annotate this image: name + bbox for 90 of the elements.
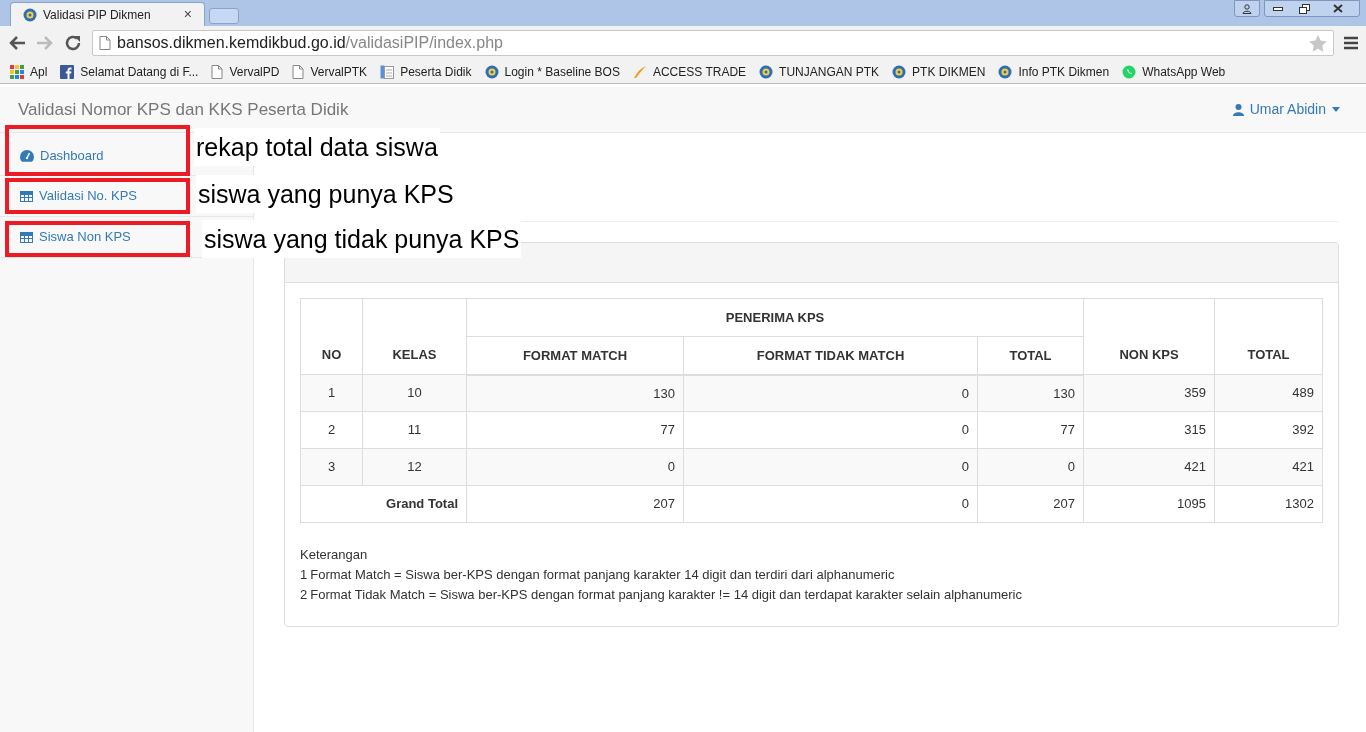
url-text: bansos.dikmen.kemdikbud.go.id/validasiPIP/index.php	[117, 33, 504, 53]
bookmark-link[interactable]: Peserta Didik	[380, 62, 472, 81]
sidebar-item[interactable]: Siswa Non KPS	[0, 224, 176, 250]
table-cell: 0	[683, 411, 978, 449]
notes-title: Keterangan	[300, 546, 369, 564]
bookmark-link[interactable]: Selamat Datang di F...	[60, 62, 199, 81]
facebook-icon	[60, 64, 75, 79]
table-cell: 1	[300, 374, 363, 412]
table-cell: 3	[300, 448, 363, 486]
table-cell: 207	[466, 485, 684, 523]
table-cell: 10	[362, 374, 467, 412]
restore-icon	[1298, 3, 1310, 14]
emblem-icon	[23, 7, 37, 22]
minimize-icon	[1273, 6, 1283, 11]
table-cell: 12	[362, 448, 467, 486]
table-cell: 77	[977, 411, 1084, 449]
reload-icon[interactable]	[64, 34, 82, 52]
emblem-icon	[759, 64, 774, 79]
tab-close-button[interactable]: ×	[183, 4, 192, 25]
column-header: FORMAT MATCH	[466, 336, 684, 375]
apps-grid-icon	[10, 64, 24, 79]
swoosh-icon	[632, 64, 647, 79]
browser-tab[interactable]: Validasi PIP Dikmen ×	[10, 2, 205, 26]
page-icon	[211, 64, 224, 79]
table-cell: 130	[977, 374, 1084, 412]
dashboard-gauge-icon	[20, 150, 34, 162]
table-cell: 0	[466, 448, 684, 486]
bookmark-link[interactable]: TUNJANGAN PTK	[759, 62, 880, 81]
bookmark-link[interactable]: VervalPTK	[292, 62, 368, 81]
table-cell: 359	[1083, 374, 1215, 412]
document-icon	[380, 64, 395, 79]
bookmark-link[interactable]: WhatsApp Web	[1122, 62, 1226, 81]
annotation-label: rekap total data siswa	[194, 128, 440, 166]
bookmark-link[interactable]: Info PTK Dikmen	[998, 62, 1110, 81]
table-cell: 0	[683, 448, 978, 486]
note-number: 1	[300, 566, 308, 584]
back-icon[interactable]	[8, 35, 26, 51]
user-icon	[1232, 103, 1244, 116]
note-number: 2	[300, 586, 308, 604]
column-header: KELAS	[362, 298, 467, 375]
app-brand[interactable]: Validasi Nomor KPS dan KKS Peserta Didik	[18, 96, 1233, 123]
emblem-icon	[484, 64, 499, 79]
bookmark-link[interactable]: VervalPD	[211, 62, 280, 81]
grand-total-label: Grand Total	[300, 485, 467, 523]
bookmark-link[interactable]: PTK DIKMEN	[892, 62, 986, 81]
note-text: Format Tidak Match = Siswa ber-KPS dengan format panjang karakter != 14 digit dan terdapat karakter selain alphanumeric	[310, 586, 1022, 604]
emblem-icon	[998, 64, 1013, 79]
address-bar[interactable]: bansos.dikmen.kemdikbud.go.id/validasiPIP/index.php	[92, 30, 1334, 56]
whatsapp-icon	[1122, 64, 1137, 79]
note-text: Format Match = Siswa ber-KPS dengan format panjang karakter 14 digit dan terdiri dari alphanumeric	[310, 566, 895, 584]
table-cell: 421	[1214, 448, 1323, 486]
tab-title: Validasi PIP Dikmen	[43, 6, 152, 24]
column-header: TOTAL	[1214, 298, 1323, 375]
sidebar-item[interactable]: Validasi No. KPS	[0, 183, 176, 209]
annotation-label: siswa yang punya KPS	[196, 175, 456, 213]
sidebar-item[interactable]: Dashboard	[0, 143, 176, 169]
column-header: NON KPS	[1083, 298, 1215, 375]
page-icon	[99, 36, 111, 50]
table-cell: 421	[1083, 448, 1215, 486]
annotation-label: siswa yang tidak punya KPS	[202, 220, 522, 258]
profile-button[interactable]	[1234, 0, 1260, 17]
table-cell: 315	[1083, 411, 1215, 449]
bookmark-link[interactable]: ACCESS TRADE	[632, 62, 747, 81]
table-cell: 207	[977, 485, 1084, 523]
column-header: NO	[300, 298, 363, 375]
table-cell: 392	[1214, 411, 1323, 449]
menu-icon[interactable]	[1344, 36, 1358, 50]
person-icon	[1242, 3, 1252, 14]
table-cell: 130	[466, 374, 684, 412]
bookmark-link[interactable]: Apl	[10, 62, 48, 81]
table-cell: 489	[1214, 374, 1323, 412]
table-cell: 0	[977, 448, 1084, 486]
table-cell: 0	[683, 485, 978, 523]
table-cell: 1302	[1214, 485, 1323, 523]
table-icon	[20, 190, 33, 202]
table-cell: 2	[300, 411, 363, 449]
table-cell: 11	[362, 411, 467, 449]
bookmark-link[interactable]: Login * Baseline BOS	[484, 62, 620, 81]
column-group-header: PENERIMA KPS	[466, 298, 1084, 337]
emblem-icon	[892, 64, 907, 79]
table-icon	[20, 231, 33, 243]
page-icon	[292, 64, 305, 79]
star-icon[interactable]	[1309, 34, 1327, 52]
user-menu[interactable]: Umar Abidin	[1232, 99, 1348, 120]
table-cell: 1095	[1083, 485, 1215, 523]
column-header: FORMAT TIDAK MATCH	[683, 336, 978, 375]
close-icon	[1333, 4, 1343, 13]
table-cell: 0	[683, 374, 978, 412]
caret-icon	[1332, 107, 1340, 112]
table-cell: 77	[466, 411, 684, 449]
